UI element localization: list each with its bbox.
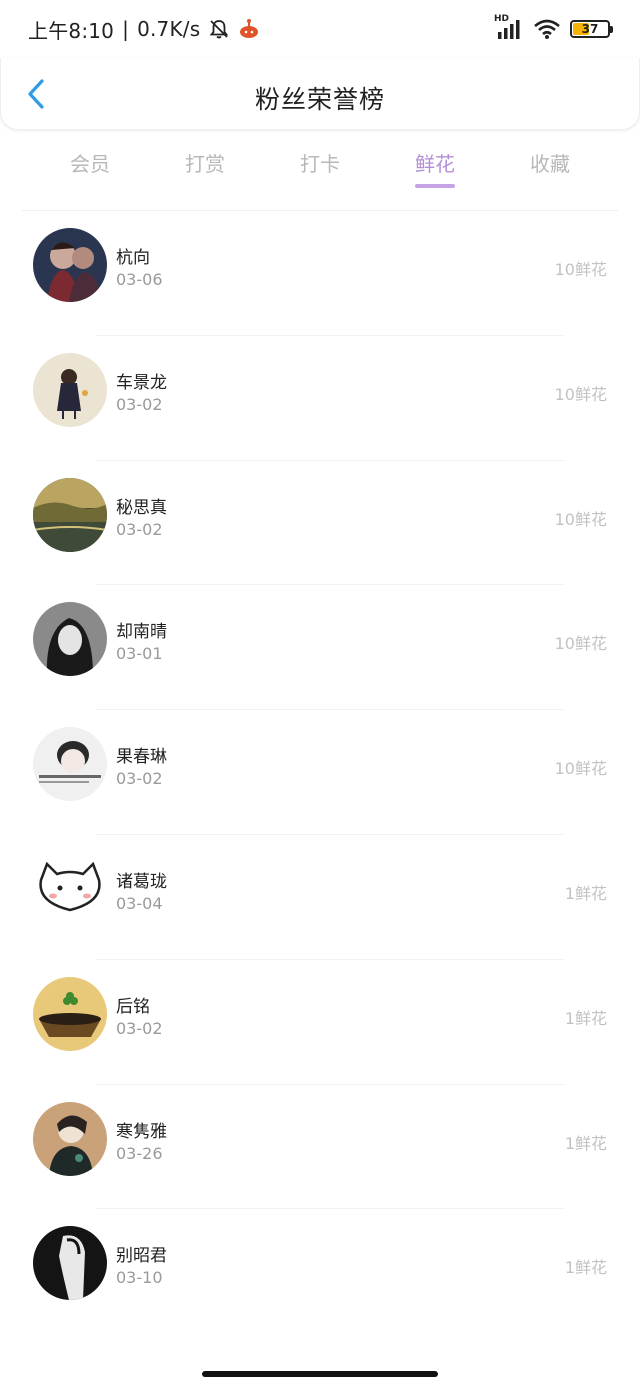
fan-date: 03-02 xyxy=(116,769,163,789)
list-item[interactable]: 别昭君 03-10 1鲜花 xyxy=(0,1209,640,1334)
hd-label: HD xyxy=(494,14,510,24)
flower-count: 1鲜花 xyxy=(564,883,607,903)
fan-name: 却南晴 xyxy=(116,622,167,643)
fan-name: 车景龙 xyxy=(116,372,167,393)
tab-label: 鲜花 xyxy=(415,152,455,176)
fan-name: 诸葛珑 xyxy=(116,871,167,892)
flower-count: 10鲜花 xyxy=(554,509,607,529)
tab-label: 打卡 xyxy=(300,152,340,176)
status-separator: | xyxy=(122,17,130,41)
status-bar: 上午8:10 | 0.7K/s HD 37 xyxy=(0,0,640,58)
battery-icon: 37 xyxy=(570,20,613,38)
list-item[interactable]: 车景龙 03-02 10鲜花 xyxy=(0,336,640,461)
list-item[interactable]: 寒隽雅 03-26 1鲜花 xyxy=(0,1085,640,1210)
list-item[interactable]: 后铭 03-02 1鲜花 xyxy=(0,960,640,1085)
fan-date: 03-10 xyxy=(116,1268,163,1288)
fan-date: 03-02 xyxy=(116,1018,163,1038)
fan-date: 03-02 xyxy=(116,519,163,539)
tab-bar: 会员 打赏 打卡 鲜花 收藏 xyxy=(0,140,640,192)
fan-name: 后铭 xyxy=(116,996,150,1017)
fan-name: 寒隽雅 xyxy=(116,1121,167,1142)
flower-count: 10鲜花 xyxy=(554,384,607,404)
fan-date: 03-02 xyxy=(116,394,163,414)
battery-level: 37 xyxy=(581,22,599,36)
avatar xyxy=(33,1101,107,1176)
tab-label: 打赏 xyxy=(185,152,225,176)
wifi-icon xyxy=(533,18,561,40)
list-item[interactable]: 秘思真 03-02 10鲜花 xyxy=(0,461,640,586)
bell-muted-icon xyxy=(208,18,230,40)
flower-count: 10鲜花 xyxy=(554,634,607,654)
avatar xyxy=(33,851,107,926)
flower-count: 1鲜花 xyxy=(564,1008,607,1028)
avatar xyxy=(33,477,107,552)
avatar xyxy=(33,352,107,427)
fan-name: 别昭君 xyxy=(116,1246,167,1267)
tab-checkin[interactable]: 打卡 xyxy=(280,148,360,177)
tab-flowers[interactable]: 鲜花 xyxy=(395,148,475,188)
avatar xyxy=(33,228,107,302)
avatar xyxy=(33,976,107,1051)
fan-date: 03-26 xyxy=(116,1143,163,1163)
fan-date: 03-04 xyxy=(116,893,163,913)
status-time: 上午8:10 xyxy=(28,18,115,43)
fan-list: 杭向 03-06 10鲜花 车景龙 03-02 10鲜花 秘思真 03-02 1… xyxy=(0,211,640,1334)
status-net-speed: 0.7K/s xyxy=(137,17,201,41)
fan-date: 03-06 xyxy=(116,270,163,289)
header-bar: 粉丝荣誉榜 xyxy=(0,58,640,130)
flower-count: 10鲜花 xyxy=(554,759,607,779)
tab-label: 收藏 xyxy=(530,152,570,176)
fan-name: 果春琳 xyxy=(116,747,167,768)
avatar xyxy=(33,602,107,677)
page-title: 粉丝荣誉榜 xyxy=(254,85,385,114)
flower-count: 1鲜花 xyxy=(564,1133,607,1153)
flower-count: 1鲜花 xyxy=(564,1258,607,1278)
status-left: 上午8:10 | 0.7K/s xyxy=(28,17,260,43)
tab-members[interactable]: 会员 xyxy=(50,148,130,177)
list-item[interactable]: 诸葛珑 03-04 1鲜花 xyxy=(0,835,640,960)
fan-date: 03-01 xyxy=(116,644,163,664)
avatar xyxy=(33,1226,107,1301)
status-right: HD 37 xyxy=(494,14,613,42)
tab-rewards[interactable]: 打赏 xyxy=(165,148,245,177)
home-indicator[interactable] xyxy=(202,1371,438,1377)
list-item[interactable]: 杭向 03-06 10鲜花 xyxy=(0,211,640,336)
fan-name: 杭向 xyxy=(116,248,150,268)
list-item[interactable]: 果春琳 03-02 10鲜花 xyxy=(0,710,640,835)
cellular-signal-icon: HD xyxy=(494,14,524,40)
avatar xyxy=(33,727,107,802)
tab-active-indicator xyxy=(415,184,455,188)
tab-favorites[interactable]: 收藏 xyxy=(510,148,590,177)
tab-label: 会员 xyxy=(70,152,110,176)
list-item[interactable]: 却南晴 03-01 10鲜花 xyxy=(0,585,640,711)
flower-count: 10鲜花 xyxy=(554,260,607,279)
fan-name: 秘思真 xyxy=(116,497,167,518)
app-notification-icon xyxy=(238,18,260,40)
